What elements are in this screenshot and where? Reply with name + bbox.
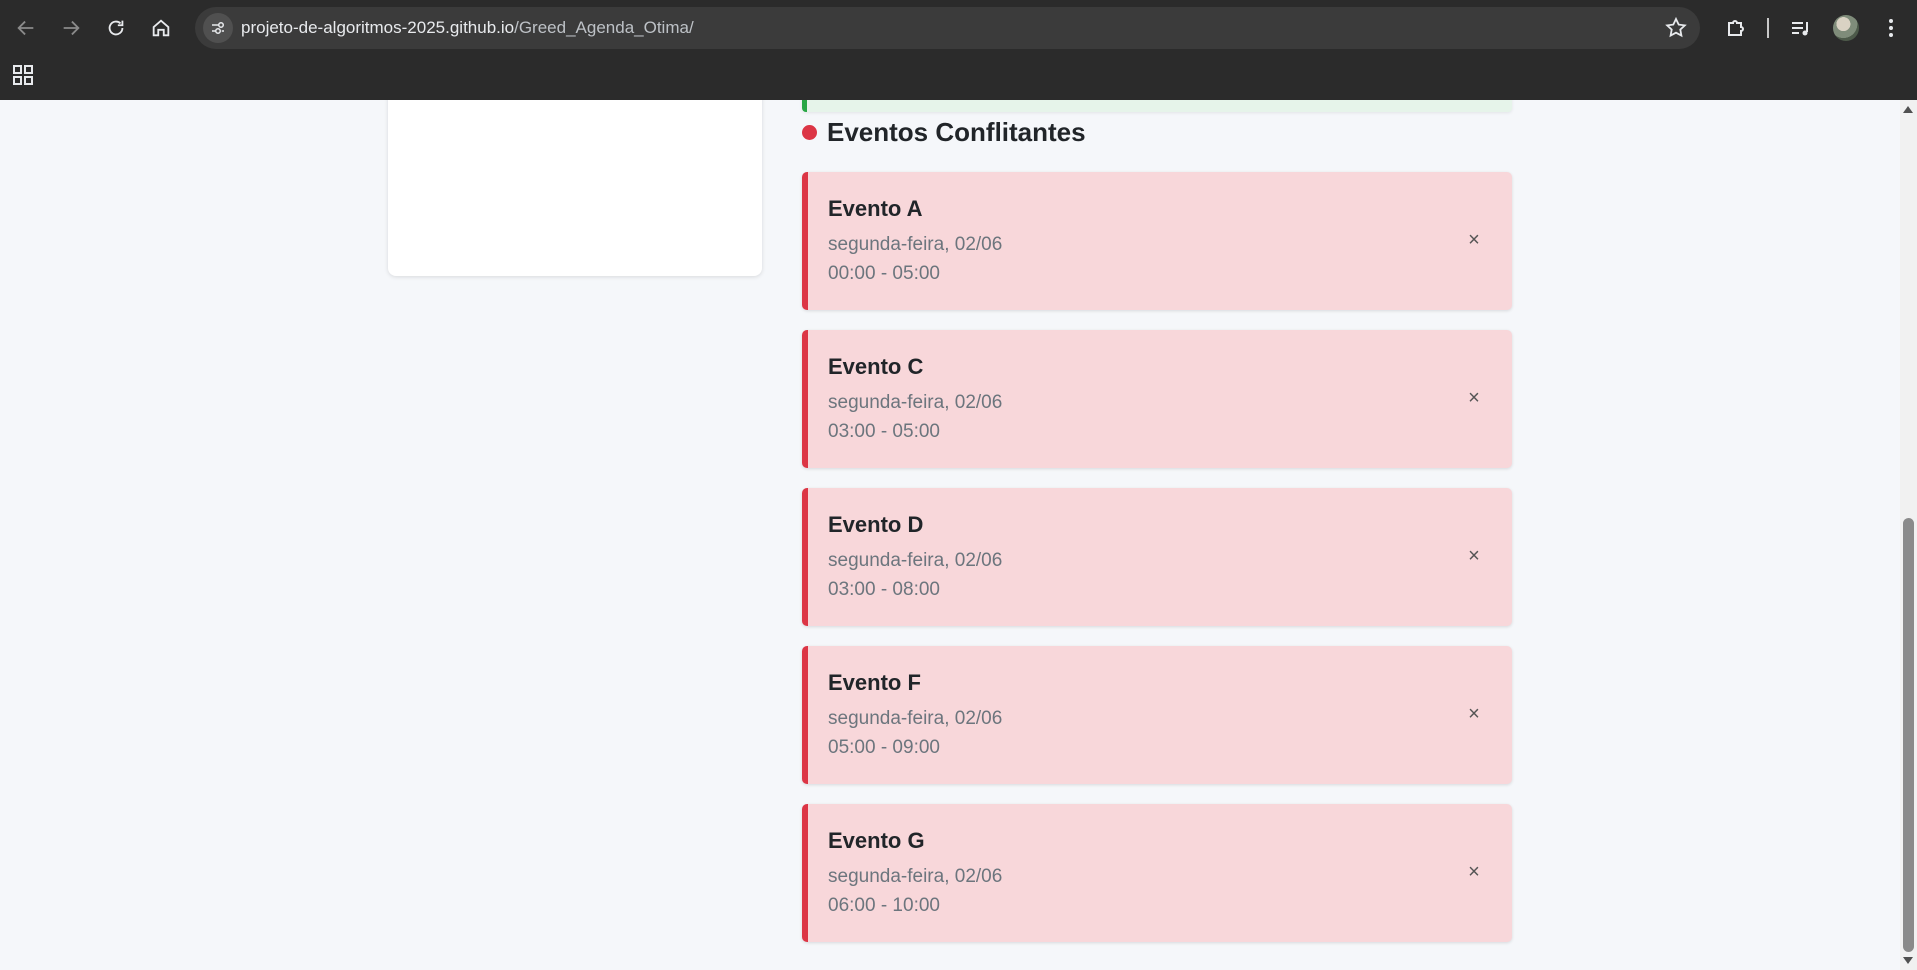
event-card: Evento G segunda-feira, 02/06 06:00 - 10… [802,804,1512,942]
profile-avatar[interactable] [1833,15,1859,41]
reload-button[interactable] [98,10,134,46]
url-path: /Greed_Agenda_Otima/ [514,18,694,37]
remove-event-button[interactable]: × [1462,544,1486,568]
scroll-down-arrow-icon[interactable] [1903,957,1913,964]
event-date: segunda-feira, 02/06 [828,234,1003,255]
event-title: Evento G [828,828,925,853]
url-text: projeto-de-algoritmos-2025.github.io/Gre… [241,18,694,38]
event-card: Evento F segunda-feira, 02/06 05:00 - 09… [802,646,1512,784]
remove-event-button[interactable]: × [1462,860,1486,884]
browser-menu-button[interactable] [1877,14,1905,42]
puzzle-icon [1728,20,1744,36]
conflict-dot-icon [802,124,817,140]
arrow-right-icon [63,20,80,36]
toolbar-divider [1767,18,1769,38]
apps-grid-icon[interactable] [11,63,35,87]
event-time: 00:00 - 05:00 [828,263,940,284]
home-icon [152,19,170,37]
section-title: Eventos Conflitantes [827,116,1086,147]
back-button[interactable] [8,10,44,46]
home-button[interactable] [143,10,179,46]
event-date: segunda-feira, 02/06 [828,392,1003,413]
remove-event-button[interactable]: × [1462,702,1486,726]
event-date: segunda-feira, 02/06 [828,866,1003,887]
event-time: 05:00 - 09:00 [828,737,940,758]
event-time: 06:00 - 10:00 [828,895,940,916]
playlist-icon [1792,22,1808,36]
event-date: segunda-feira, 02/06 [828,550,1003,571]
event-card: Evento D segunda-feira, 02/06 03:00 - 08… [802,488,1512,626]
event-card: Evento C segunda-feira, 02/06 03:00 - 05… [802,330,1512,468]
sidebar-card [388,100,762,276]
remove-event-button[interactable]: × [1462,228,1486,252]
event-time: 03:00 - 08:00 [828,579,940,600]
arrow-left-icon [17,20,34,36]
conflicts-section-header: Eventos Conflitantes [802,116,1086,148]
forward-button[interactable] [53,10,89,46]
site-info-button[interactable] [203,13,233,43]
reload-icon [108,20,124,36]
event-title: Evento C [828,354,924,379]
browser-chrome: projeto-de-algoritmos-2025.github.io/Gre… [0,0,1917,100]
tune-icon [212,22,224,34]
event-time: 03:00 - 05:00 [828,421,940,442]
page-scrollbar[interactable] [1900,100,1917,970]
event-title: Evento F [828,670,921,695]
bookmark-star-icon[interactable] [1664,16,1688,40]
url-host: projeto-de-algoritmos-2025.github.io [241,18,515,37]
extensions-button[interactable] [1722,14,1750,42]
event-date: segunda-feira, 02/06 [828,708,1003,729]
event-title: Evento D [828,512,924,537]
scroll-up-arrow-icon[interactable] [1903,106,1913,113]
compatible-event-card-edge [802,100,1512,112]
remove-event-button[interactable]: × [1462,386,1486,410]
kebab-menu-icon [1889,19,1893,37]
media-control-button[interactable] [1787,14,1815,42]
bookmarks-bar [0,56,1917,100]
event-card: Evento A segunda-feira, 02/06 00:00 - 05… [802,172,1512,310]
address-bar[interactable]: projeto-de-algoritmos-2025.github.io/Gre… [195,7,1700,49]
browser-toolbar: projeto-de-algoritmos-2025.github.io/Gre… [0,0,1917,56]
event-title: Evento A [828,196,923,221]
scrollbar-thumb[interactable] [1903,518,1914,952]
page-viewport: Eventos Conflitantes Evento A segunda-fe… [0,100,1900,970]
